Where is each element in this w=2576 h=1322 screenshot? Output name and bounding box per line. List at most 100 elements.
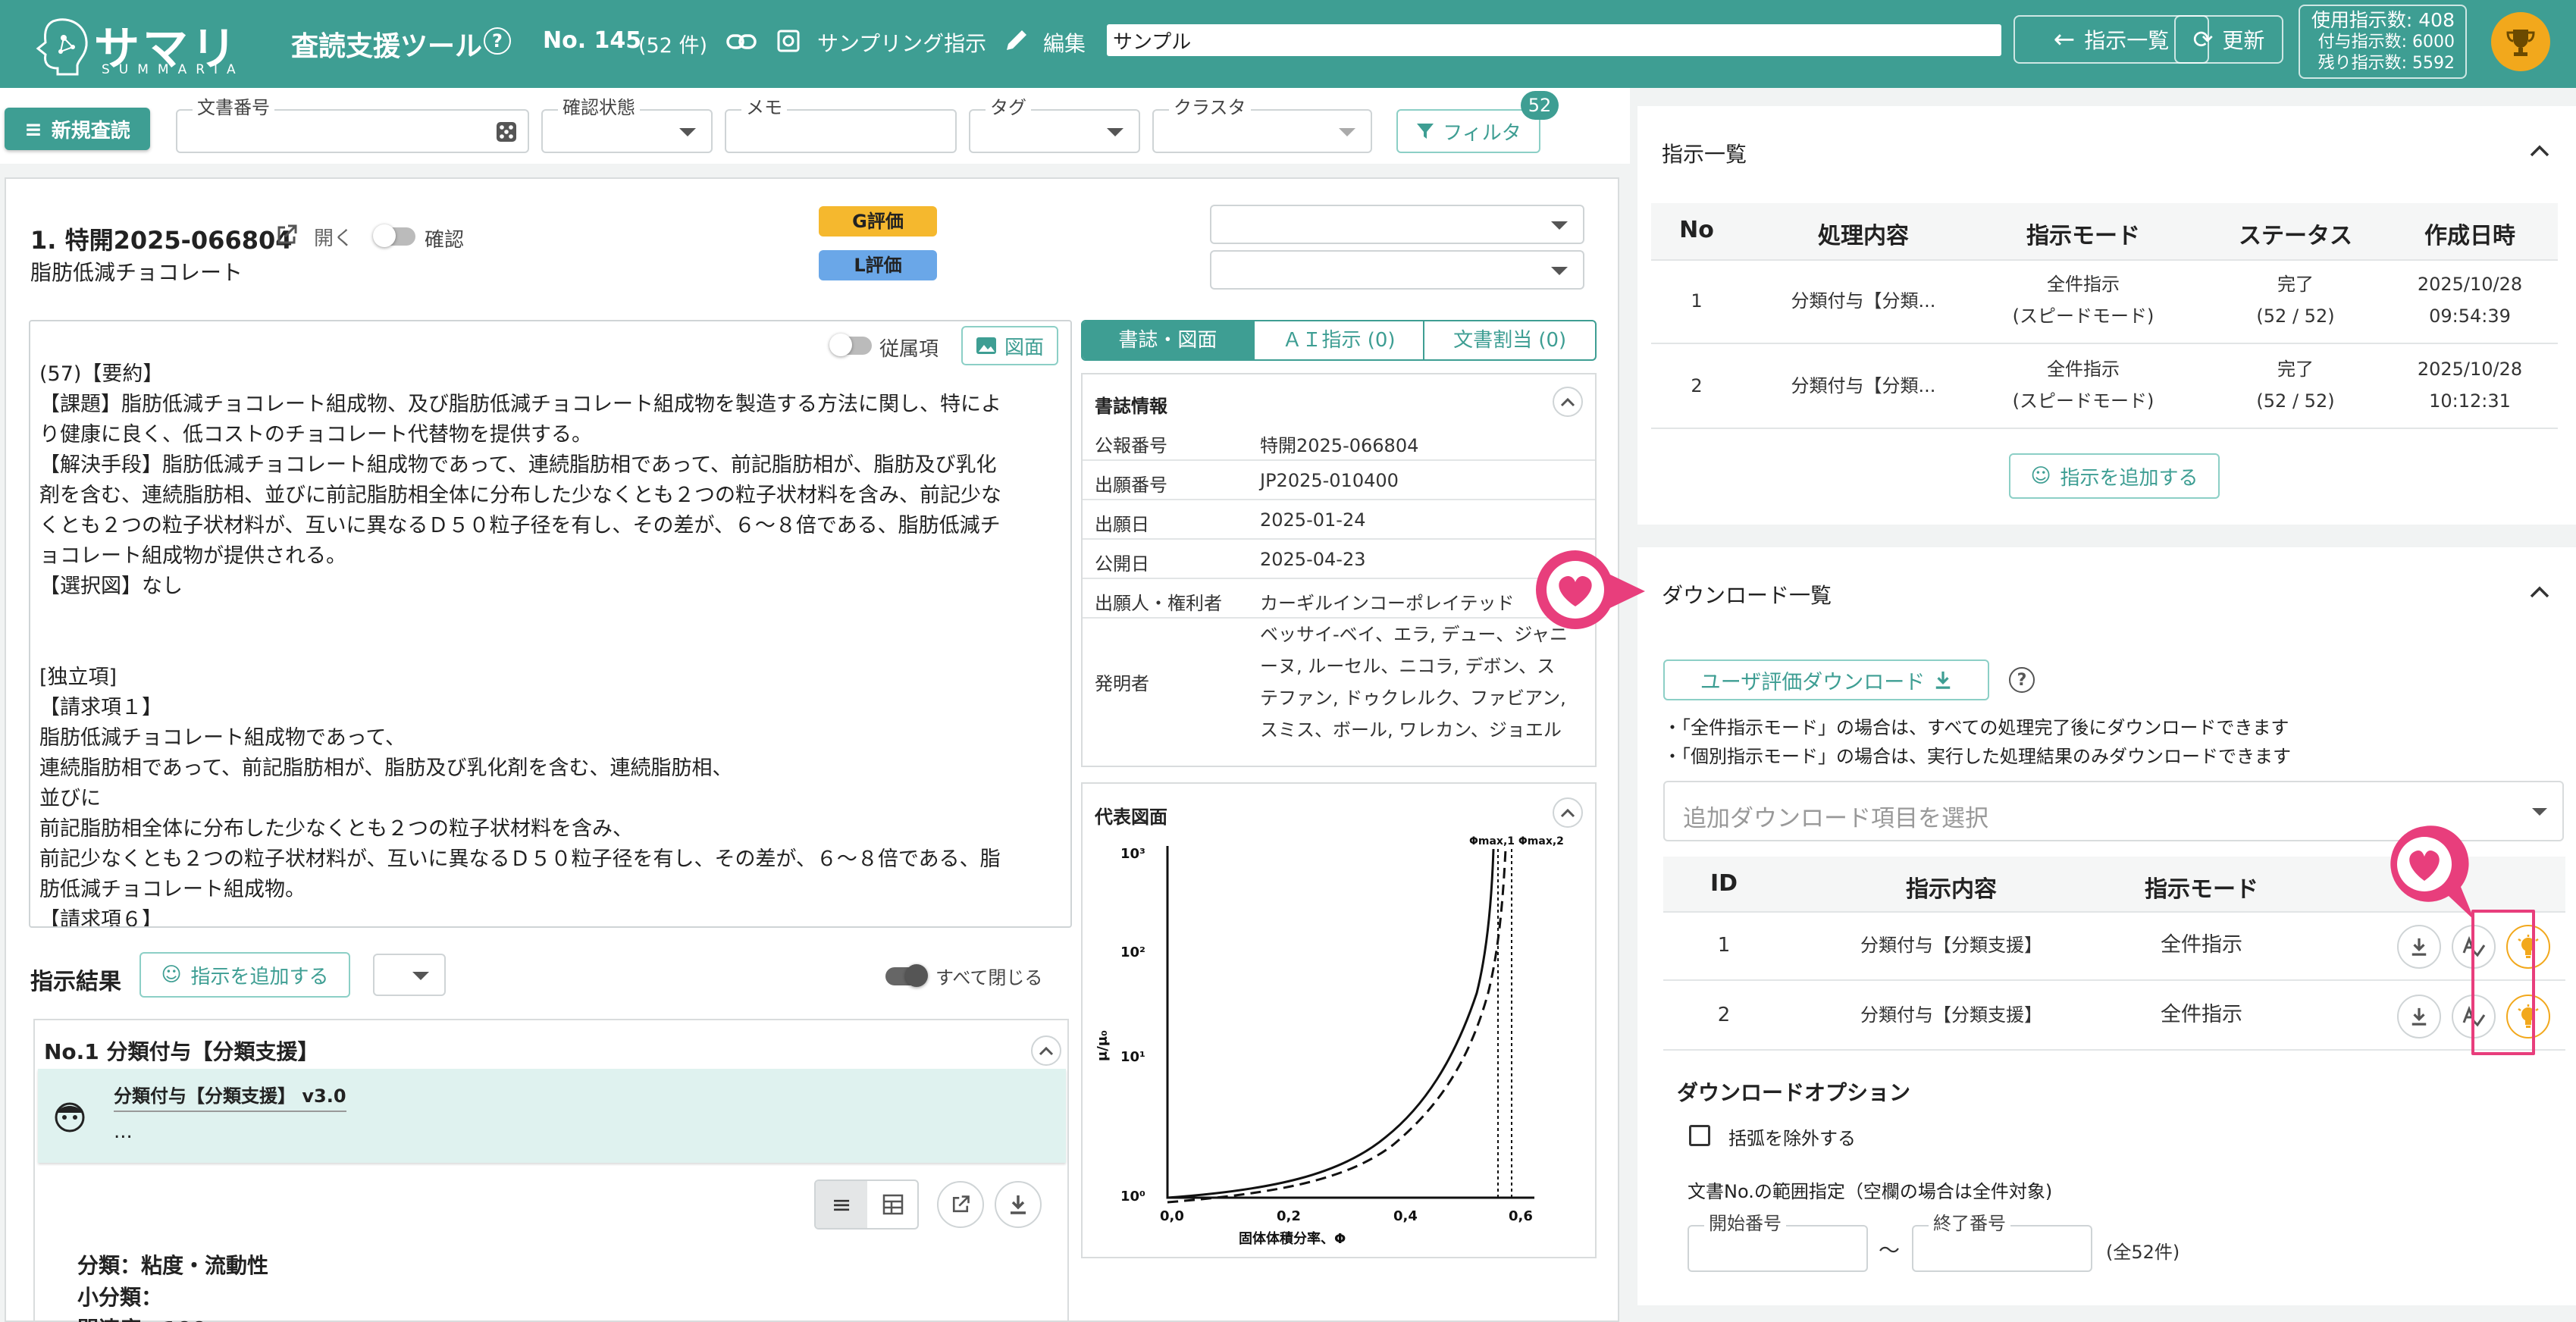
new-review-button[interactable]: ≡ 新規査読 [5,108,150,150]
list-add-icon: ≡ [24,116,42,142]
bib-tabs: 書誌・図面 ＡＩ指示 (0) 文書割当 (0) [1081,320,1597,361]
result-select[interactable] [373,954,446,996]
name-input[interactable] [1107,24,2001,56]
chevron-down-icon [1107,128,1123,136]
instruction-date: 2025/10/28 [2417,359,2523,380]
tab-doc-assign[interactable]: 文書割当 (0) [1423,321,1595,359]
help-icon[interactable]: ? [484,27,511,55]
edit-link[interactable]: 編集 [1043,27,1086,58]
refresh-label: 更新 [2222,28,2265,53]
end-number-field[interactable]: 終了番号 [1912,1213,2092,1272]
exclude-brackets-checkbox[interactable] [1689,1125,1710,1146]
collapse-button[interactable] [1031,1035,1061,1066]
open-external-button[interactable] [937,1181,984,1228]
external-link-icon[interactable] [274,223,299,247]
cluster-select[interactable]: クラスタ [1152,97,1372,153]
memo-field[interactable]: メモ [725,97,957,153]
download-result-button[interactable] [995,1181,1042,1228]
text-view-icon[interactable]: ≡ [816,1181,867,1228]
abstract-line: 肪低減チョコレート組成物。 [39,878,306,901]
download-id: 1 [1717,934,1731,957]
edit-icon[interactable] [1004,27,1029,53]
instruction-mode: 全件指示 [2047,359,2120,380]
add-instruction-label: 指示を追加する [2060,466,2198,490]
memo-label: メモ [741,97,787,118]
l-eval-select[interactable] [1210,250,1584,290]
user-eval-download-label: ユーザ評価ダウンロード [1700,670,1926,694]
figure-button-label: 図面 [1004,336,1044,359]
range-tilde: 〜 [1879,1238,1901,1263]
instruction-mode-sub: (スピードモード) [2012,305,2155,327]
download-options-title: ダウンロードオプション [1677,1080,1911,1105]
abstract-line: 前記少なくとも２つの粒子状材料が、互いに異なるＤ５０粒子径を有し、その差が、６～… [39,847,1001,871]
doc-number-label: 文書番号 [193,97,274,118]
dependent-label: 従属項 [879,338,939,361]
l-eval-badge[interactable]: L評価 [819,250,937,280]
remaining-count: 残り指示数: 5592 [2317,54,2455,73]
chevron-up-icon[interactable] [2529,585,2550,599]
dependent-toggle[interactable] [829,334,872,356]
chevron-up-icon[interactable] [2529,144,2550,158]
download-button[interactable] [2397,925,2441,969]
chevron-down-icon [2532,808,2547,816]
chevron-up-icon [1560,808,1575,818]
sampling-link[interactable]: サンプリング指示 [817,27,986,58]
sampling-icon[interactable] [776,29,801,53]
abstract-box[interactable]: 従属項 図面 (57)【要約】 【課題】脂肪低減チョコレート組成物、及び脂肪低減チ… [29,320,1072,928]
figure-collapse-button[interactable] [1553,797,1583,828]
open-link[interactable]: 開く [314,223,353,251]
app-logo[interactable]: サマリア SUMMARIA [30,11,258,142]
inventor-values: ベッサイ-ベイ、エラ, デュー、ジャニ ーヌ, ルーセル、ニコラ, デボン、ス … [1260,619,1587,746]
abstract-line: 連続脂肪相であって、前記脂肪相が、脂肪及び乳化剤を含む、連続脂肪相、 [39,757,733,780]
add-instruction-button[interactable]: ☺ 指示を追加する [139,952,350,998]
tag-label: タグ [986,97,1031,118]
filter-button[interactable]: フィルタ [1396,109,1540,153]
g-eval-badge[interactable]: G評価 [819,206,937,237]
download-id: 2 [1717,1004,1731,1026]
user-eval-download-button[interactable]: ユーザ評価ダウンロード [1663,659,1989,700]
instruction-no: 2 [1691,375,1703,396]
representative-figure[interactable]: 10³ 10² 10¹ 10⁰ 0,0 0,2 0,4 0,6 固体体積分率、Φ Φmax,… [1090,834,1590,1251]
add-instruction-button-2[interactable]: ☺ 指示を追加する [2009,453,2220,499]
confirm-toggle[interactable] [373,224,415,247]
result-item-card[interactable]: 分類付与【分類支援】 v3.0 ... [38,1069,1066,1163]
instruction-mode-sub: (スピードモード) [2012,390,2155,412]
close-all-toggle[interactable] [885,964,928,987]
results-title: 指示結果 [30,969,121,995]
tab-ai-instruction[interactable]: ＡＩ指示 (0) [1252,321,1424,359]
tab-bibliography[interactable]: 書誌・図面 [1083,321,1253,359]
col-instruction-mode: 指示モード [2145,876,2258,903]
download-button[interactable] [2397,995,2441,1038]
instruction-row[interactable]: 1 分類付与【分類... 全件指示 (スピードモード) 完了 (52 / 52) 2025/… [1651,259,2558,344]
table-view-icon[interactable] [867,1181,917,1228]
svg-text:10¹: 10¹ [1120,1049,1145,1065]
instruction-row[interactable]: 2 分類付与【分類... 全件指示 (スピードモード) 完了 (52 / 52) 2025/… [1651,344,2558,429]
robot-icon: ☺ [161,963,182,986]
trophy-button[interactable] [2491,12,2550,71]
result-item-name: 分類付与【分類支援】 v3.0 [114,1081,346,1112]
dice-icon[interactable] [496,121,517,143]
abstract-line: ョコレート組成物が提供される。 [39,544,346,568]
col-id: ID [1709,870,1738,897]
doc-number-field[interactable]: 文書番号 [176,97,529,153]
g-eval-select[interactable] [1210,205,1584,244]
refresh-button[interactable]: ⟳ 更新 [2174,15,2283,64]
svg-text:10⁰: 10⁰ [1120,1189,1145,1205]
bib-key: 出願人・権利者 [1095,593,1222,614]
search-toolbar: ≡ 新規査読 文書番号 確認状態 メモ タグ クラスタ フィルタ 52 [0,88,1630,164]
filter-label: フィルタ [1443,121,1521,145]
usage-stats: 使用指示数: 408 付与指示数: 6000 残り指示数: 5592 [2299,5,2467,79]
bib-collapse-button[interactable] [1553,387,1583,417]
confirm-state-select[interactable]: 確認状態 [541,97,713,153]
tag-select[interactable]: タグ [969,97,1140,153]
result-item: No.1 分類付与【分類支援】 分類付与【分類支援】 v3.0 ... ≡ 分類… [33,1019,1069,1322]
instruction-table: No 処理内容 指示モード ステータス 作成日時 1 分類付与【分類... 全件指示… [1651,203,2558,429]
link-icon[interactable] [726,29,757,55]
start-number-field[interactable]: 開始番号 [1688,1213,1868,1272]
help-icon[interactable]: ? [2009,667,2035,693]
svg-text:0,6: 0,6 [1509,1208,1533,1224]
abstract-line: (57)【要約】 [39,362,164,386]
abstract-line: 【請求項１】 [39,696,162,719]
instruction-list-panel: 指示一覧 No 処理内容 指示モード ステータス 作成日時 1 分類付与【分類..… [1637,106,2576,525]
chevron-up-icon [1560,397,1575,407]
